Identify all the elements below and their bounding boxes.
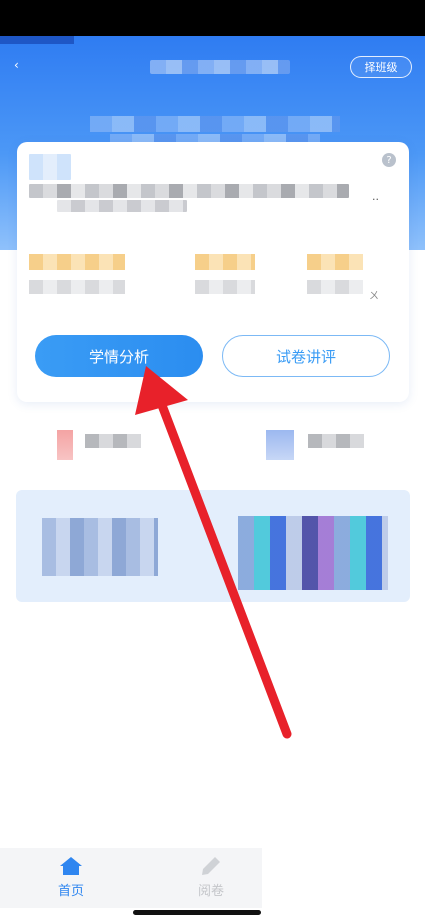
entry-label-redacted xyxy=(85,434,141,448)
banner-text-redacted xyxy=(42,518,158,576)
class-detail-redacted xyxy=(57,200,187,212)
learning-analysis-button[interactable]: 学情分析 xyxy=(35,335,203,377)
quick-entry-left[interactable] xyxy=(57,430,197,464)
switch-class-button[interactable]: 择班级 xyxy=(350,56,412,78)
stat-item xyxy=(307,254,363,300)
stat-item xyxy=(29,254,125,300)
stat-item xyxy=(195,254,255,300)
promo-banner[interactable] xyxy=(16,490,410,602)
tab-home[interactable]: 首页 xyxy=(36,856,106,899)
paper-review-button[interactable]: 试卷讲评 xyxy=(222,335,390,377)
more-indicator: .. xyxy=(372,190,379,203)
status-bar xyxy=(0,0,425,36)
pencil-icon xyxy=(202,857,220,875)
class-detail-redacted xyxy=(29,184,349,198)
quick-entry-right[interactable] xyxy=(266,430,406,464)
entry-icon xyxy=(57,430,73,460)
question-icon[interactable]: ? xyxy=(382,153,396,167)
tab-grading-label: 阅卷 xyxy=(197,884,224,899)
home-icon xyxy=(60,857,82,875)
tab-grading[interactable]: 阅卷 xyxy=(176,856,246,899)
header-redacted-text xyxy=(90,116,340,132)
banner-illustration xyxy=(238,516,388,590)
home-indicator xyxy=(133,910,261,915)
header-accent-bar xyxy=(0,36,74,44)
tab-home-label: 首页 xyxy=(57,884,84,899)
entry-label-redacted xyxy=(308,434,364,448)
stat-side-mark: ㄨ xyxy=(369,291,379,302)
page-title-redacted xyxy=(150,60,290,74)
class-info-card: ? .. ㄨ 学情分析 试卷讲评 xyxy=(17,142,409,402)
entry-icon xyxy=(266,430,294,460)
class-name-redacted xyxy=(29,154,71,180)
chevron-left-icon[interactable]: ‹ xyxy=(14,58,28,72)
bottom-tab-bar: 首页 阅卷 xyxy=(0,848,262,908)
